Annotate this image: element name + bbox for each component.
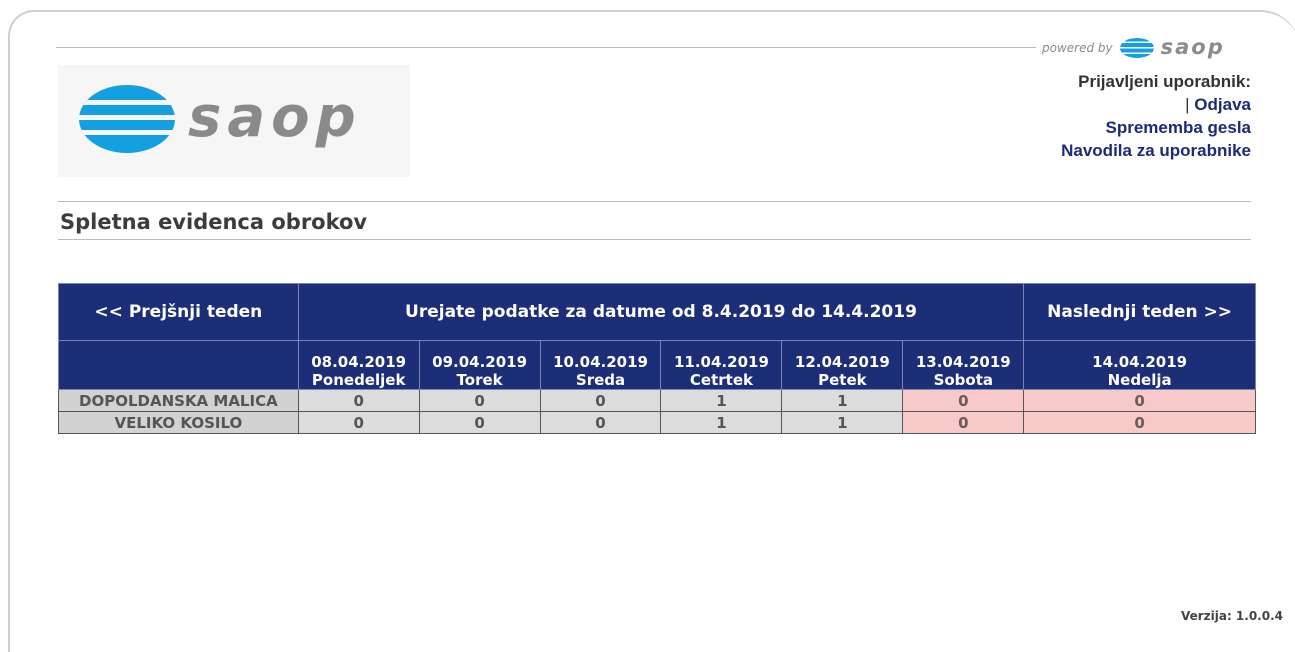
meal-week-table: << Prejšnji teden Urejate podatke za dat… [58,283,1256,434]
change-password-link[interactable]: Sprememba gesla [1105,118,1251,137]
day-date: 13.04.2019 [915,353,1011,371]
corner-header-cell [58,340,299,390]
day-header-6: 13.04.2019 Sobota [902,340,1025,390]
meal-count-cell[interactable]: 0 [418,389,541,412]
day-date: 14.04.2019 [1092,353,1188,371]
saop-stripes-icon [79,85,175,153]
logged-in-user-label: Prijavljeni uporabnik: [1078,72,1251,91]
page-title: Spletna evidenca obrokov [60,210,368,234]
powered-by-text: powered by [1042,41,1113,55]
day-header-row: 08.04.2019 Ponedeljek 09.04.2019 Torek 10.04… [58,340,1256,390]
day-header-3: 10.04.2019 Sreda [539,340,662,390]
day-header-4: 11.04.2019 Cetrtek [660,340,783,390]
meal-name: DOPOLDANSKA MALICA [58,389,299,412]
meal-count-cell[interactable]: 0 [418,411,541,434]
meal-count-cell[interactable]: 0 [902,389,1025,412]
day-header-2: 09.04.2019 Torek [418,340,541,390]
meal-count-cell[interactable]: 0 [1023,389,1256,412]
day-name: Ponedeljek [311,371,406,389]
meal-count-cell[interactable]: 0 [297,411,420,434]
powered-by: powered by saop [1042,35,1225,60]
day-name: Sobota [933,371,994,389]
logout-link[interactable]: Odjava [1194,95,1251,114]
day-name: Torek [456,371,503,389]
meal-count-cell[interactable]: 1 [660,389,783,412]
day-name: Cetrtek [689,371,753,389]
meal-count-cell[interactable]: 1 [660,411,783,434]
day-header-5: 12.04.2019 Petek [781,340,904,390]
title-top-divider [58,201,1251,202]
header-divider [56,47,1036,48]
meal-row: VELIKO KOSILO 0 0 0 1 1 0 0 [58,411,1256,434]
meal-count-cell[interactable]: 0 [539,411,662,434]
meal-name: VELIKO KOSILO [58,411,299,434]
saop-logo: saop [58,65,410,177]
date-range-text: Urejate podatke za datume od 8.4.2019 do… [297,283,1025,341]
link-separator: | [1185,95,1190,114]
meal-rows: DOPOLDANSKA MALICA 0 0 0 1 1 0 0 VELIKO KOSILO 0 0… [58,389,1256,434]
day-name: Nedelja [1107,371,1172,389]
next-week-button[interactable]: Naslednji teden >> [1023,283,1256,341]
day-date: 08.04.2019 [311,353,407,371]
user-panel: Prijavljeni uporabnik: | Odjava Sprememb… [1061,70,1251,162]
meal-count-cell[interactable]: 1 [781,411,904,434]
meal-count-cell[interactable]: 0 [902,411,1025,434]
meal-row: DOPOLDANSKA MALICA 0 0 0 1 1 0 0 [58,389,1256,412]
day-date: 09.04.2019 [432,353,528,371]
meal-count-cell[interactable]: 0 [1023,411,1256,434]
meal-count-cell[interactable]: 1 [781,389,904,412]
saop-mini-logo-icon [1119,38,1154,58]
week-nav-row: << Prejšnji teden Urejate podatke za dat… [58,283,1256,341]
day-date: 11.04.2019 [673,353,769,371]
previous-week-button[interactable]: << Prejšnji teden [58,283,299,341]
day-date: 10.04.2019 [553,353,648,371]
powered-by-brand: saop [1160,35,1225,59]
version-label: Verzija: 1.0.0.4 [1180,609,1283,623]
day-date: 12.04.2019 [794,353,890,371]
day-name: Petek [818,371,867,389]
day-header-1: 08.04.2019 Ponedeljek [297,340,420,390]
day-name: Sreda [575,371,626,389]
saop-logo-text: saop [188,85,362,150]
meal-count-cell[interactable]: 0 [539,389,662,412]
user-guide-link[interactable]: Navodila za uporabnike [1061,141,1251,160]
day-header-7: 14.04.2019 Nedelja [1023,340,1256,390]
meal-count-cell[interactable]: 0 [297,389,420,412]
title-bottom-divider [58,239,1251,240]
